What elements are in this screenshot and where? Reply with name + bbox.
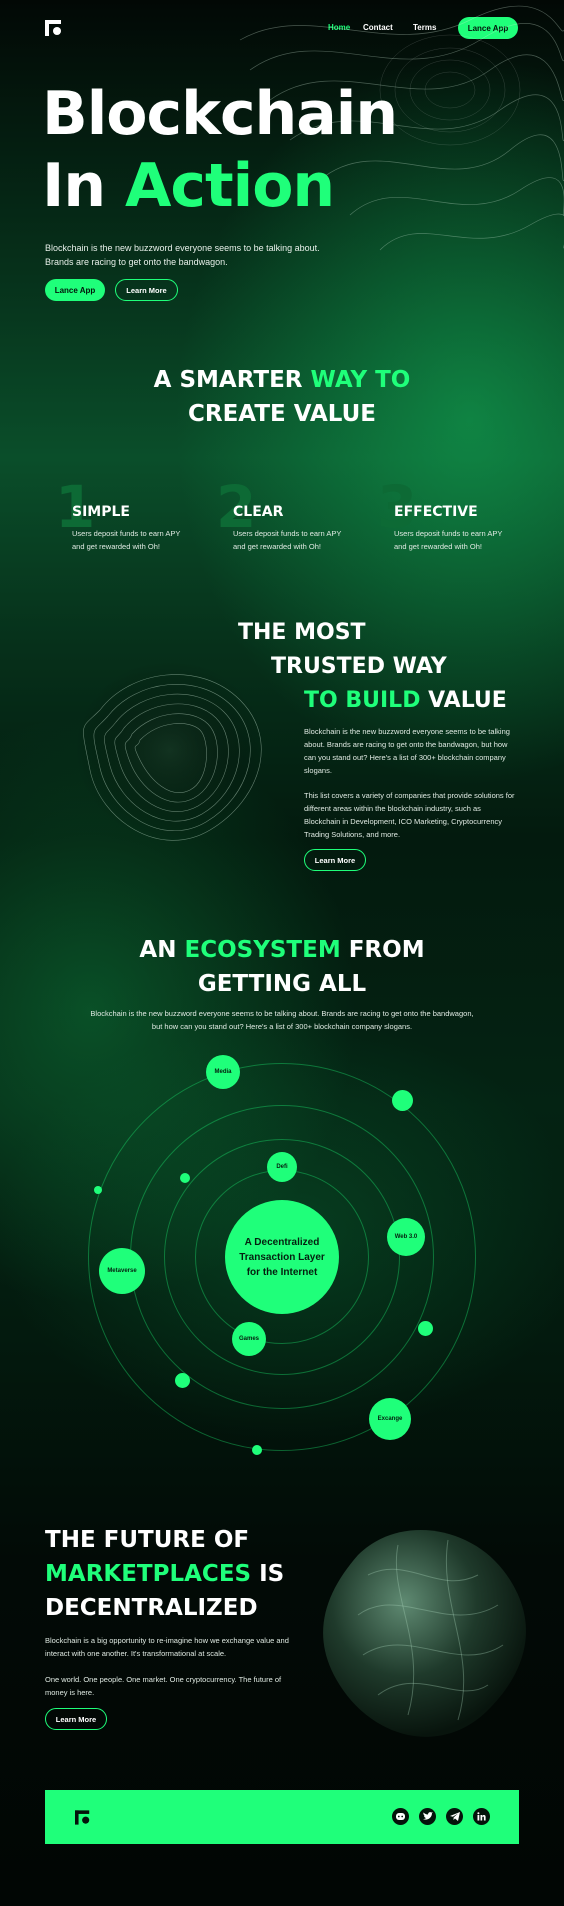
orbit-dot bbox=[175, 1373, 190, 1388]
telegram-icon[interactable] bbox=[446, 1808, 463, 1825]
trusted-heading: THE MOST TRUSTED WAY TO BUILD VALUE bbox=[238, 620, 507, 713]
trusted-learn-more-button[interactable]: Learn More bbox=[304, 849, 366, 871]
feature-text: Users deposit funds to earn APY and get … bbox=[72, 529, 181, 551]
discord-icon[interactable] bbox=[392, 1808, 409, 1825]
future-paragraph-2: One world. One people. One market. One c… bbox=[45, 1675, 282, 1697]
hero-lance-app-button[interactable]: Lance App bbox=[45, 279, 105, 301]
trusted-paragraph-1: Blockchain is the new buzzword everyone … bbox=[304, 727, 510, 775]
future-heading: THE FUTURE OF MARKETPLACES IS DECENTRALI… bbox=[45, 1527, 285, 1621]
node-exchange[interactable]: Excange bbox=[369, 1398, 411, 1440]
trusted-paragraph-2: This list covers a variety of companies … bbox=[304, 791, 515, 839]
hero-title-line1: Blockchain bbox=[42, 79, 398, 149]
footer-logo-icon[interactable] bbox=[75, 1810, 91, 1825]
orbit-dot bbox=[180, 1173, 190, 1183]
smarter-heading: A SMARTER WAY TO CREATE VALUE bbox=[153, 367, 411, 427]
node-defi[interactable]: Defi bbox=[267, 1152, 297, 1182]
hero-title-line2: In Action bbox=[42, 151, 335, 221]
feature-title: EFFECTIVE bbox=[394, 504, 478, 520]
orbit-dot bbox=[418, 1321, 433, 1336]
logo-icon bbox=[45, 20, 61, 36]
footer bbox=[45, 1790, 519, 1844]
hero-learn-more-button[interactable]: Learn More bbox=[115, 279, 178, 301]
orbit-dot bbox=[392, 1090, 413, 1111]
hero-title: Blockchain In Action bbox=[42, 78, 398, 222]
future-learn-more-button[interactable]: Learn More bbox=[45, 1708, 107, 1730]
orbit-dot bbox=[252, 1445, 262, 1455]
orbit-dot bbox=[94, 1186, 102, 1194]
hero-description: Blockchain is the new buzzword everyone … bbox=[45, 243, 320, 267]
feature-text: Users deposit funds to earn APY and get … bbox=[233, 529, 342, 551]
logo[interactable] bbox=[45, 20, 63, 41]
node-games[interactable]: Games bbox=[232, 1322, 266, 1356]
feature-text: Users deposit funds to earn APY and get … bbox=[394, 529, 503, 551]
future-paragraph-1: Blockchain is a big opportunity to re-im… bbox=[45, 1636, 289, 1658]
orbit-center-node[interactable]: A Decentralized Transaction Layer for th… bbox=[225, 1200, 339, 1314]
linkedin-icon[interactable] bbox=[473, 1808, 490, 1825]
node-metaverse[interactable]: Metaverse bbox=[99, 1248, 145, 1294]
feature-title: CLEAR bbox=[233, 504, 284, 520]
mesh-blob-graphic bbox=[75, 660, 265, 841]
feature-title: SIMPLE bbox=[72, 504, 130, 520]
ecosystem-heading: AN ECOSYSTEM FROM GETTING ALL bbox=[139, 937, 425, 997]
twitter-icon[interactable] bbox=[419, 1808, 436, 1825]
silk-blob-graphic bbox=[323, 1529, 526, 1737]
node-media[interactable]: Media bbox=[206, 1055, 240, 1089]
node-web3[interactable]: Web 3.0 bbox=[387, 1218, 425, 1256]
ecosystem-description: Blockchain is the new buzzword everyone … bbox=[90, 1009, 474, 1031]
hero-title-accent: Action bbox=[124, 151, 335, 221]
